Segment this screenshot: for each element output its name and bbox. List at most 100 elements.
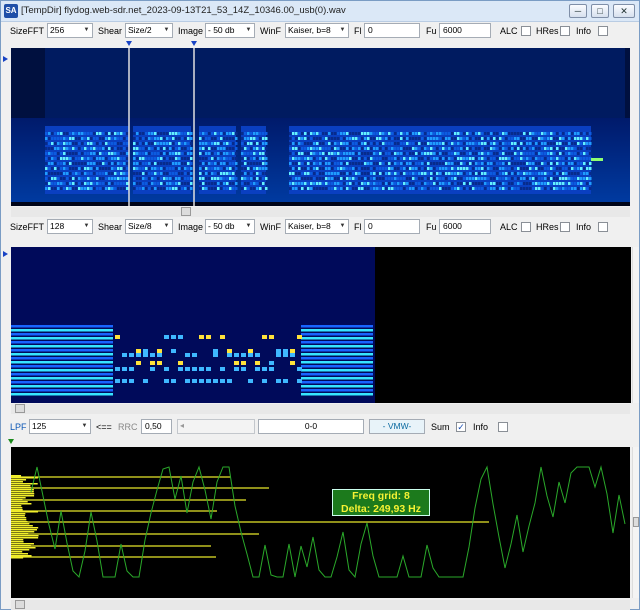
freq-grid-readout: Freq grid: 8 Delta: 249,93 Hz	[332, 489, 430, 516]
spectrogram-top-image	[11, 48, 630, 206]
timeline-scroll-top[interactable]	[11, 207, 630, 217]
chevron-down-icon: ▼	[163, 223, 170, 229]
shear-value: Size/2	[128, 25, 152, 35]
carrier-tail	[591, 158, 603, 161]
sum-checkbox[interactable]: ✓	[456, 422, 466, 432]
right-cursor-marker[interactable]	[191, 41, 197, 46]
sizefft-value-2: 128	[50, 221, 65, 231]
spectrogram-zoom-image	[11, 247, 631, 403]
chevron-down-icon: ▼	[245, 223, 252, 229]
chevron-down-icon: ▼	[245, 27, 252, 33]
freq-marker-middle[interactable]	[3, 251, 8, 257]
winf-select-2[interactable]: Kaiser, b=8 ▼	[285, 219, 349, 234]
shear-label: Shear	[98, 26, 123, 36]
sizefft-select-2[interactable]: 128 ▼	[47, 219, 93, 234]
hres-checkbox-2[interactable]	[560, 222, 570, 232]
winf-label-2: WinF	[260, 222, 281, 232]
info-label-3: Info	[473, 422, 489, 432]
freq-grid-text: Freq grid: 8	[352, 490, 410, 502]
winf-value: Kaiser, b=8	[288, 25, 331, 35]
info-checkbox-2[interactable]	[598, 222, 608, 232]
info-checkbox-3[interactable]	[498, 422, 508, 432]
sizefft-label-2: SizeFFT	[10, 222, 45, 232]
shear-select-2[interactable]: Size/8 ▼	[125, 219, 173, 234]
shear-label-2: Shear	[98, 222, 123, 232]
sum-label: Sum	[431, 422, 450, 432]
shear-select[interactable]: Size/2 ▼	[125, 23, 173, 38]
app-window: SA [TempDir] flydog.web-sdr.net_2023-09-…	[0, 0, 640, 610]
demod-scroll-thumb[interactable]	[633, 517, 639, 527]
timeline-thumb-bottom[interactable]	[15, 600, 25, 609]
app-icon: SA	[4, 4, 18, 18]
demod-vertical-scrollbar[interactable]	[632, 447, 639, 598]
lpf-label: LPF	[10, 422, 27, 432]
timeline-scroll-bottom[interactable]	[11, 600, 630, 610]
demod-start-marker[interactable]	[8, 439, 14, 444]
zoom-vertical-scrollbar[interactable]	[632, 247, 639, 403]
winf-select[interactable]: Kaiser, b=8 ▼	[285, 23, 349, 38]
apply-arrow[interactable]: <==	[96, 422, 112, 432]
maximize-button[interactable]: □	[591, 4, 609, 18]
winf-label: WinF	[260, 26, 281, 36]
alc-label-2: ALC	[500, 222, 518, 232]
image-select[interactable]: - 50 db ▼	[205, 23, 255, 38]
minimize-button[interactable]: ─	[569, 4, 587, 18]
lpf-select[interactable]: 125 ▼	[29, 419, 91, 434]
info-label: Info	[576, 26, 592, 36]
toolbar-middle: SizeFFT 128 ▼ Shear Size/8 ▼ Image - 50 db…	[2, 218, 639, 236]
range-display: 0-0	[258, 419, 364, 434]
image-select-2[interactable]: - 50 db ▼	[205, 219, 255, 234]
freq-marker-top[interactable]	[3, 56, 8, 62]
hres-label-2: HRes	[536, 222, 559, 232]
spectrogram-top[interactable]	[11, 48, 630, 206]
timeline-thumb-middle[interactable]	[15, 404, 25, 413]
fu-label: Fu	[426, 26, 437, 36]
shear-value-2: Size/8	[128, 221, 152, 231]
spectrogram-zoom[interactable]	[11, 247, 631, 403]
title-bar: SA [TempDir] flydog.web-sdr.net_2023-09-…	[1, 1, 639, 22]
delta-text: Delta: 249,93 Hz	[341, 503, 421, 515]
lpf-value: 125	[32, 421, 47, 431]
fu-input[interactable]: 6000	[439, 23, 491, 38]
vmw-button[interactable]: - VMW-	[369, 419, 425, 434]
fl-input-2[interactable]: 0	[364, 219, 420, 234]
rrc-input[interactable]: 0,50	[141, 419, 172, 434]
winf-value-2: Kaiser, b=8	[288, 221, 331, 231]
chevron-down-icon: ▼	[339, 27, 346, 33]
toolbar-top: SizeFFT 256 ▼ Shear Size/2 ▼ Image - 50 db…	[2, 22, 639, 40]
fl-label-2: Fl	[354, 222, 362, 232]
image-value-2: - 50 db	[208, 221, 235, 231]
rrc-label: RRC	[118, 422, 138, 432]
fu-input-2[interactable]: 6000	[439, 219, 491, 234]
chevron-down-icon: ▼	[81, 423, 88, 429]
chevron-down-icon: ▼	[163, 27, 170, 33]
chevron-left-icon: ◂	[180, 421, 185, 430]
left-cursor-marker[interactable]	[126, 41, 132, 46]
chevron-down-icon: ▼	[83, 223, 90, 229]
demod-view[interactable]	[11, 447, 630, 598]
fu-label-2: Fu	[426, 222, 437, 232]
image-label: Image	[178, 26, 204, 36]
chevron-down-icon: ▼	[339, 223, 346, 229]
timeline-thumb-top[interactable]	[181, 207, 191, 216]
hres-checkbox[interactable]	[560, 26, 570, 36]
alc-checkbox[interactable]	[521, 26, 531, 36]
alc-label: ALC	[500, 26, 518, 36]
alc-checkbox-2[interactable]	[521, 222, 531, 232]
window-title: [TempDir] flydog.web-sdr.net_2023-09-13T…	[21, 5, 346, 16]
fl-label: Fl	[354, 26, 362, 36]
sizefft-value: 256	[50, 25, 65, 35]
timeline-scroll-middle[interactable]	[11, 404, 630, 414]
rrc-slider[interactable]: ◂	[177, 419, 255, 434]
sizefft-select[interactable]: 256 ▼	[47, 23, 93, 38]
toolbar-bottom: LPF 125 ▼ <== RRC 0,50 ◂ 0-0 - VMW- Sum ✓…	[2, 418, 639, 436]
hres-label: HRes	[536, 26, 559, 36]
demod-view-image	[11, 465, 626, 579]
close-button[interactable]: ✕	[613, 4, 635, 18]
fl-input[interactable]: 0	[364, 23, 420, 38]
info-checkbox[interactable]	[598, 26, 608, 36]
image-value: - 50 db	[208, 25, 235, 35]
info-label-2: Info	[576, 222, 592, 232]
image-label-2: Image	[178, 222, 204, 232]
chevron-down-icon: ▼	[83, 27, 90, 33]
